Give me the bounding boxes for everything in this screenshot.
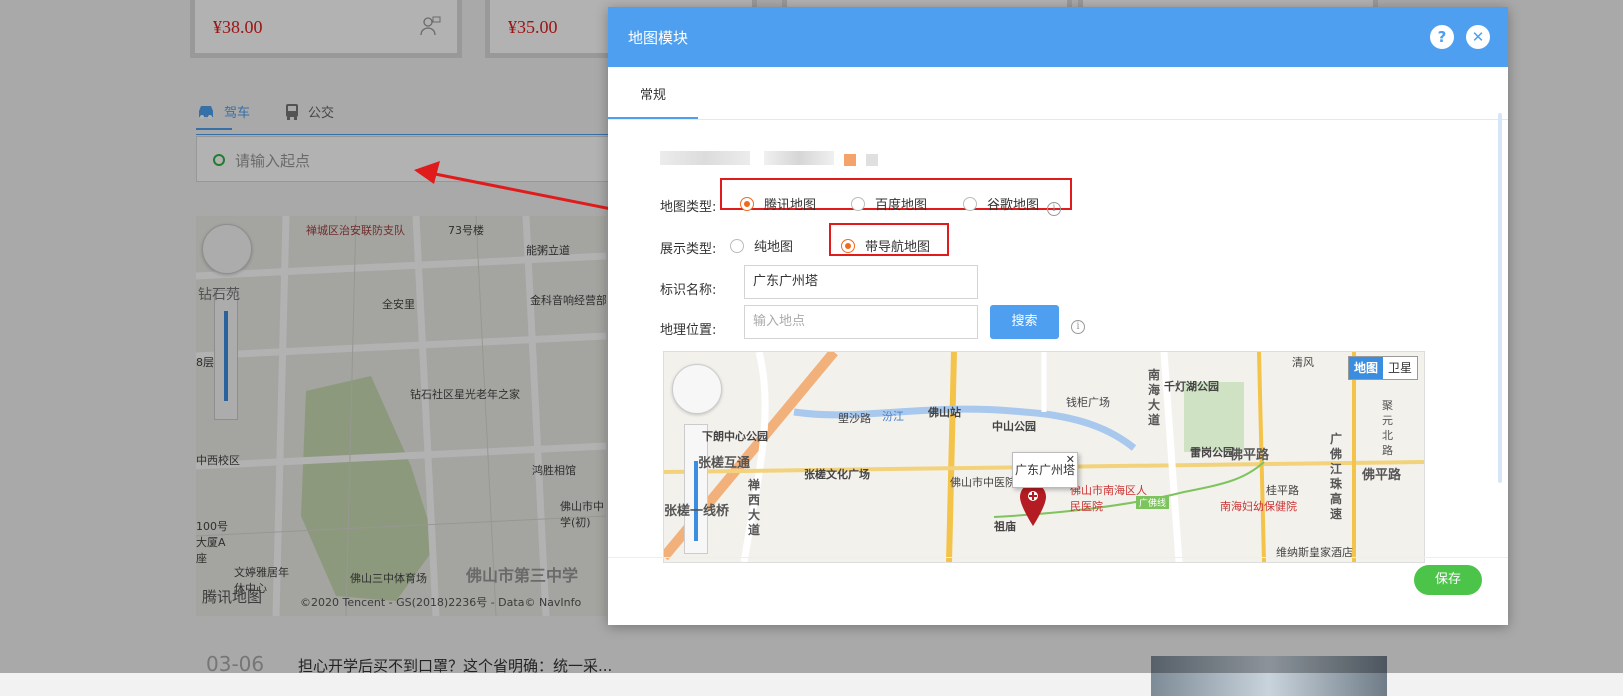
- toggle-map[interactable]: 地图: [1348, 357, 1383, 379]
- map-module-dialog: 地图模块 ? ✕ 常规 地图类型: 腾讯地图 百度地图 谷歌地图 i 展示类型:…: [608, 7, 1508, 625]
- radio-circle: [963, 196, 977, 211]
- radio-baidu-map[interactable]: 百度地图: [851, 194, 927, 213]
- radio-label: 纯地图: [754, 240, 794, 255]
- map-label: 聚元北路: [1382, 399, 1393, 457]
- map-label: 佛山市中医院: [950, 476, 1016, 489]
- blurred-badge: [844, 154, 856, 166]
- question-icon: ?: [1437, 28, 1447, 46]
- map-label: 广佛江珠高速: [1330, 432, 1343, 521]
- dialog-footer: [608, 557, 1508, 626]
- tab-general-label: 常规: [640, 88, 667, 103]
- preview-map[interactable]: 地图 卫星 南海大道 千灯湖公园 清风 钱柜广场 佛山站 汾江 塱沙路 中山公园…: [663, 351, 1425, 563]
- search-button[interactable]: 搜索: [990, 305, 1059, 339]
- map-label: 下朗中心公园: [702, 430, 768, 443]
- close-button[interactable]: ✕: [1466, 25, 1490, 49]
- location-marker-icon[interactable]: [1018, 482, 1048, 528]
- map-type-info-icon[interactable]: i: [1047, 196, 1061, 216]
- blurred-text: [660, 151, 750, 165]
- radio-google-map[interactable]: 谷歌地图: [963, 194, 1039, 213]
- map-label: 清风: [1292, 356, 1314, 369]
- blurred-badge: [866, 154, 878, 166]
- map-label: 张槎互通: [698, 456, 751, 471]
- map-label: 佛平路: [1230, 448, 1270, 463]
- dialog-tabs: 常规: [608, 67, 1508, 120]
- marker-popup: 广东广州塔 ✕: [1012, 452, 1078, 488]
- map-type-toggle[interactable]: 地图 卫星: [1347, 356, 1418, 380]
- close-icon: ✕: [1471, 28, 1485, 46]
- map-label: 中山公园: [992, 420, 1036, 433]
- display-type-label: 展示类型:: [660, 242, 717, 257]
- map-label: 佛平路: [1362, 468, 1402, 483]
- map-type-label: 地图类型:: [660, 200, 717, 215]
- toggle-satellite[interactable]: 卫星: [1383, 357, 1417, 379]
- map-label: 钱柜广场: [1066, 396, 1110, 409]
- radio-circle: [851, 196, 865, 211]
- radio-circle: [841, 238, 855, 253]
- map-label: 塱沙路: [838, 412, 871, 425]
- radio-label: 腾讯地图: [764, 198, 817, 213]
- blurred-text: [764, 151, 834, 165]
- map-label: 禅西大道: [748, 478, 761, 537]
- map-label: 佛山站: [928, 406, 961, 419]
- radio-circle: [740, 196, 754, 211]
- marker-name-input[interactable]: 广东广州塔: [744, 265, 978, 299]
- map-label: 桂平路: [1266, 484, 1299, 497]
- map-label: 广佛线: [1136, 496, 1170, 509]
- marker-name-label: 标识名称:: [660, 283, 717, 298]
- tab-general[interactable]: 常规: [608, 67, 698, 119]
- popup-close-icon[interactable]: ✕: [1066, 443, 1075, 477]
- map-label: 张槎文化广场: [804, 468, 870, 481]
- dialog-scrollbar[interactable]: [1498, 113, 1502, 483]
- map-label: 南海大道: [1148, 368, 1161, 427]
- map-label: 汾江: [882, 410, 904, 423]
- map-label: 张槎一线桥: [664, 504, 730, 519]
- location-label: 地理位置:: [660, 323, 717, 338]
- preview-pan-control[interactable]: [672, 364, 722, 414]
- dialog-header: 地图模块 ? ✕: [608, 7, 1508, 67]
- map-label: 雷岗公园: [1190, 446, 1234, 459]
- location-info-icon[interactable]: i: [1071, 314, 1085, 334]
- map-label: 千灯湖公园: [1164, 380, 1219, 393]
- radio-tencent-map[interactable]: 腾讯地图: [740, 194, 816, 213]
- radio-label: 带导航地图: [865, 240, 931, 255]
- help-button[interactable]: ?: [1430, 25, 1454, 49]
- dialog-title: 地图模块: [628, 29, 689, 47]
- map-label: 南海妇幼保健院: [1220, 500, 1297, 513]
- radio-circle: [730, 238, 744, 253]
- radio-nav-map[interactable]: 带导航地图: [841, 236, 930, 255]
- map-label: 祖庙: [994, 520, 1016, 533]
- location-input[interactable]: 输入地点: [744, 305, 978, 339]
- radio-label: 谷歌地图: [987, 198, 1040, 213]
- radio-plain-map[interactable]: 纯地图: [730, 236, 793, 255]
- save-button[interactable]: 保存: [1414, 565, 1482, 595]
- radio-label: 百度地图: [875, 198, 928, 213]
